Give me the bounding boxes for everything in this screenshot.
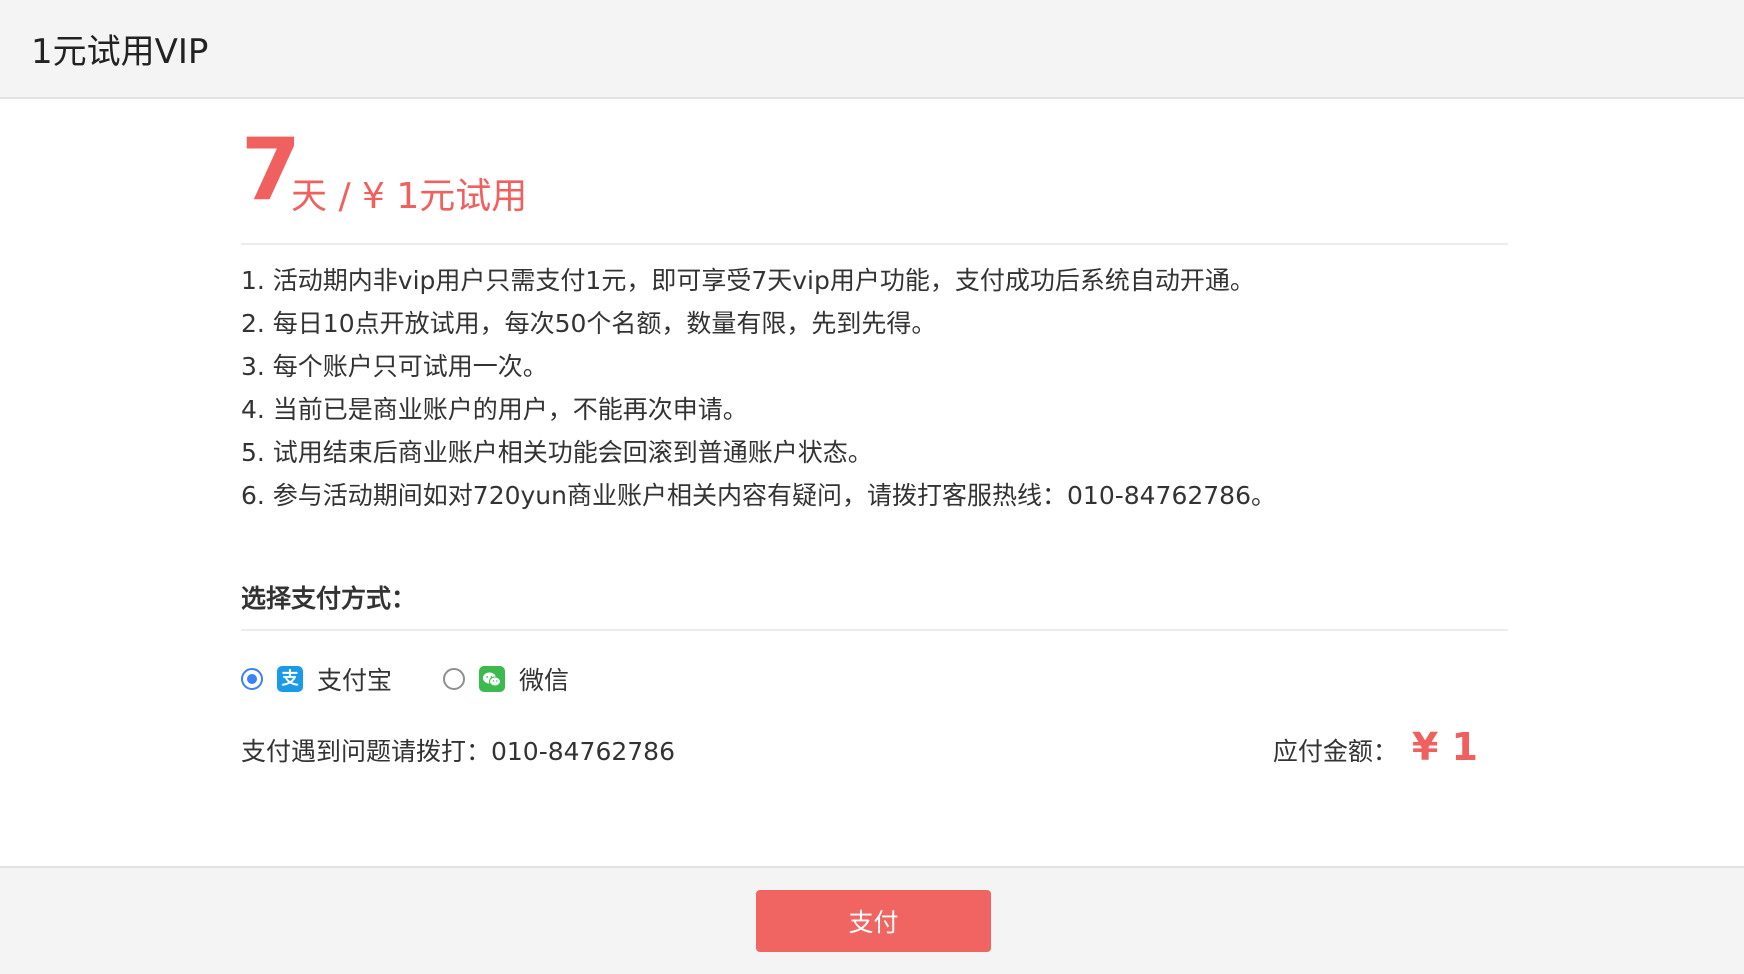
dialog-title: 1元试用VIP [31, 32, 209, 72]
rule-item: 4. 当前已是商业账户的用户，不能再次申请。 [241, 395, 748, 424]
payment-option-alipay[interactable]: 支 支付宝 [241, 659, 392, 699]
rule-item: 2. 每日10点开放试用，每次50个名额，数量有限，先到先得。 [241, 309, 937, 338]
alipay-radio[interactable] [241, 668, 263, 690]
wechat-icon [479, 666, 505, 692]
offer-price-text: 天 / ¥ 1元试用 [291, 176, 528, 217]
rules-list: 1. 活动期内非vip用户只需支付1元，即可享受7天vip用户功能，支付成功后系… [241, 259, 1508, 517]
divider [241, 243, 1508, 245]
dialog-header: 1元试用VIP [0, 0, 1744, 99]
wechat-radio[interactable] [443, 668, 465, 690]
amount-label: 应付金额： [1272, 737, 1398, 766]
rule-item: 5. 试用结束后商业账户相关功能会回滚到普通账户状态。 [241, 438, 873, 467]
divider [241, 629, 1508, 631]
offer-headline: 7 天 / ¥ 1元试用 [241, 127, 1141, 229]
dialog-footer: 支付 [0, 866, 1744, 974]
wechat-label: 微信 [519, 666, 570, 695]
payment-methods: 支 支付宝 微信 [241, 659, 941, 699]
payment-method-label: 选择支付方式： [241, 584, 417, 613]
rule-item: 3. 每个账户只可试用一次。 [241, 352, 548, 381]
alipay-icon: 支 [277, 666, 303, 692]
rule-item: 6. 参与活动期间如对720yun商业账户相关内容有疑问，请拨打客服热线：010… [241, 481, 1276, 510]
alipay-label: 支付宝 [317, 666, 393, 695]
amount-due: 应付金额： ¥ 1 [1273, 725, 1478, 769]
rule-item: 1. 活动期内非vip用户只需支付1元，即可享受7天vip用户功能，支付成功后系… [241, 266, 1255, 295]
payment-option-wechat[interactable]: 微信 [443, 659, 569, 699]
pay-button[interactable]: 支付 [756, 890, 991, 952]
amount-value: ¥ 1 [1411, 725, 1478, 769]
payment-help-text: 支付遇到问题请拨打：010-84762786 [241, 737, 675, 766]
